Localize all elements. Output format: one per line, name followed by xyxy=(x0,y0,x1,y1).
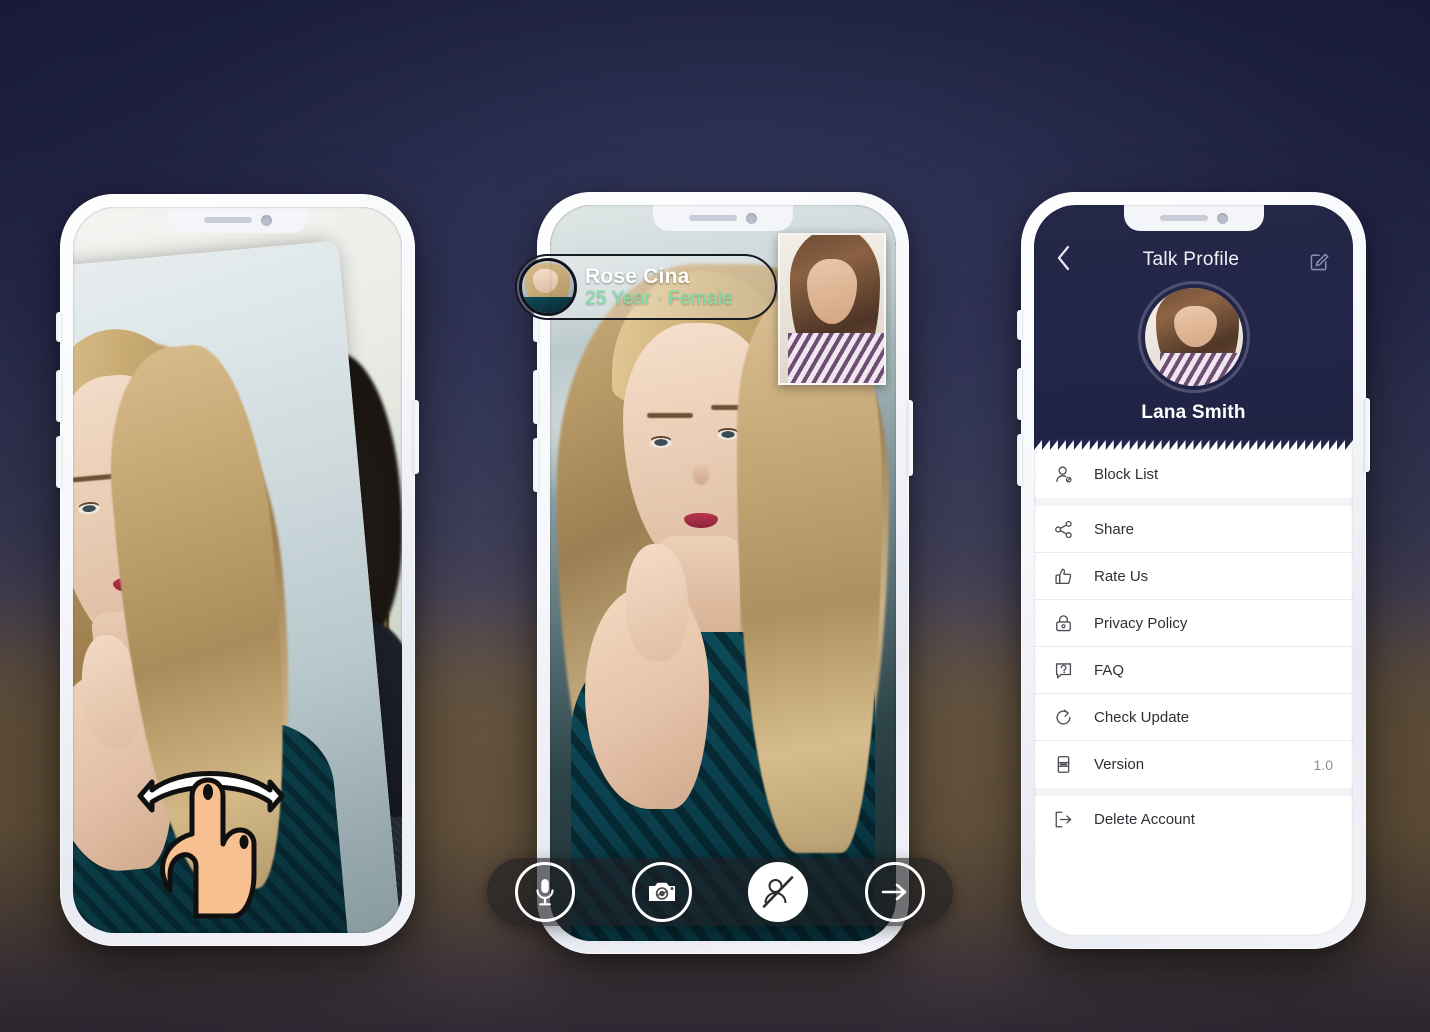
eyebrow-left xyxy=(73,474,115,483)
volume-up-button[interactable] xyxy=(1017,368,1022,420)
mute-switch[interactable] xyxy=(1017,310,1022,340)
logout-icon xyxy=(1054,810,1080,829)
phone-notch xyxy=(1123,205,1264,231)
user-block-icon xyxy=(762,876,794,908)
nose xyxy=(692,462,709,485)
version-icon xyxy=(1054,755,1080,774)
camera-flip-icon xyxy=(648,882,675,901)
swipe-hand-icon xyxy=(137,771,285,919)
front-camera-icon xyxy=(746,212,757,224)
lock-icon xyxy=(1054,614,1080,633)
menu-item-label: Privacy Policy xyxy=(1094,614,1188,632)
menu-item-label: FAQ xyxy=(1094,661,1125,679)
menu-group-account: Block List xyxy=(1034,451,1353,498)
switch-camera-button[interactable] xyxy=(631,862,692,922)
share-icon xyxy=(1054,520,1080,539)
caller-avatar xyxy=(519,258,577,316)
zigzag-shape xyxy=(1034,438,1353,450)
power-button[interactable] xyxy=(414,400,419,474)
earpiece-speaker xyxy=(203,217,252,223)
menu-item-privacy-policy[interactable]: Privacy Policy xyxy=(1034,600,1353,647)
earpiece-speaker xyxy=(689,215,737,221)
block-user-button[interactable] xyxy=(748,862,809,922)
volume-down-button[interactable] xyxy=(1017,434,1022,486)
avatar-dress xyxy=(1160,352,1243,386)
chevron-left-icon xyxy=(1057,245,1070,271)
menu-item-label: Block List xyxy=(1094,466,1159,483)
eyebrow-left xyxy=(647,412,693,418)
menu-item-delete-account[interactable]: Delete Account xyxy=(1034,796,1353,843)
menu-item-label: Version xyxy=(1094,756,1145,773)
caller-meta: 25 Year · Female xyxy=(585,288,733,310)
menu-item-share[interactable]: Share xyxy=(1034,506,1353,553)
caller-info: Rose Cina 25 Year · Female xyxy=(585,265,733,310)
volume-down-button[interactable] xyxy=(533,438,538,492)
earpiece-speaker xyxy=(1159,215,1208,221)
power-button[interactable] xyxy=(1365,398,1370,472)
menu-item-version[interactable]: Version 1.0 xyxy=(1034,741,1353,788)
lips xyxy=(683,512,718,528)
caller-profile-banner[interactable]: Rose Cina 25 Year · Female xyxy=(515,254,777,320)
power-button[interactable] xyxy=(908,400,913,476)
talk-profile-screen[interactable]: Talk Profile Lana Smith Block List Share… xyxy=(1034,205,1353,936)
thumbs-up-icon xyxy=(1054,567,1080,586)
front-camera-icon xyxy=(1216,212,1228,224)
zigzag-divider xyxy=(1034,438,1353,452)
menu-item-label: Rate Us xyxy=(1094,567,1149,585)
call-control-bar xyxy=(487,858,953,926)
microphone-icon xyxy=(536,879,554,906)
menu-item-label: Delete Account xyxy=(1094,811,1195,828)
menu-group-danger: Delete Account xyxy=(1034,796,1353,843)
menu-group-general: Share Rate Us Privacy Policy FAQ Check U… xyxy=(1034,506,1353,788)
avatar-dress xyxy=(522,297,574,313)
eye-right xyxy=(717,430,740,441)
menu-item-label: Check Update xyxy=(1094,708,1190,726)
menu-item-block-list[interactable]: Block List xyxy=(1034,451,1353,498)
menu-item-rate-us[interactable]: Rate Us xyxy=(1034,553,1353,600)
hand xyxy=(626,543,689,662)
profile-username: Lana Smith xyxy=(1141,402,1246,423)
menu-item-label: Share xyxy=(1094,520,1135,538)
refresh-icon xyxy=(1054,708,1080,727)
page-title: Talk Profile xyxy=(1142,249,1240,270)
swipe-left-right-gesture xyxy=(122,748,302,928)
profile-avatar[interactable] xyxy=(1144,288,1243,386)
menu-item-faq[interactable]: FAQ xyxy=(1034,647,1353,694)
mute-switch[interactable] xyxy=(56,312,61,342)
pip-dress xyxy=(788,332,884,383)
eye-left xyxy=(650,437,673,448)
next-button[interactable] xyxy=(864,862,925,922)
arrow-right-icon xyxy=(881,883,907,901)
eye-left xyxy=(77,503,101,515)
app-showcase-background: Rose Cina 25 Year · Female Talk Profile … xyxy=(0,0,1430,1032)
menu-item-value: 1.0 xyxy=(1313,756,1333,773)
microphone-button[interactable] xyxy=(515,862,576,922)
user-block-icon xyxy=(1054,465,1080,484)
profile-avatar-ring xyxy=(1137,281,1250,393)
profile-header: Talk Profile Lana Smith xyxy=(1034,205,1353,452)
edit-square-icon xyxy=(1310,253,1329,271)
volume-down-button[interactable] xyxy=(56,436,61,488)
back-button[interactable] xyxy=(1056,245,1072,271)
caller-name: Rose Cina xyxy=(585,264,690,288)
profile-menu: Block List Share Rate Us Privacy Policy … xyxy=(1034,451,1353,843)
phone-mockup-video-call: Rose Cina 25 Year · Female xyxy=(487,192,953,954)
phone-mockup-profile: Talk Profile Lana Smith Block List Share… xyxy=(1017,192,1370,949)
phone-notch xyxy=(653,205,793,231)
volume-up-button[interactable] xyxy=(56,370,61,422)
self-preview-thumbnail[interactable] xyxy=(778,233,886,385)
front-camera-icon xyxy=(260,214,272,226)
faq-icon xyxy=(1054,661,1080,680)
menu-item-check-update[interactable]: Check Update xyxy=(1034,694,1353,741)
edit-profile-button[interactable] xyxy=(1310,250,1331,271)
phone-notch xyxy=(167,207,308,233)
volume-up-button[interactable] xyxy=(533,370,538,424)
